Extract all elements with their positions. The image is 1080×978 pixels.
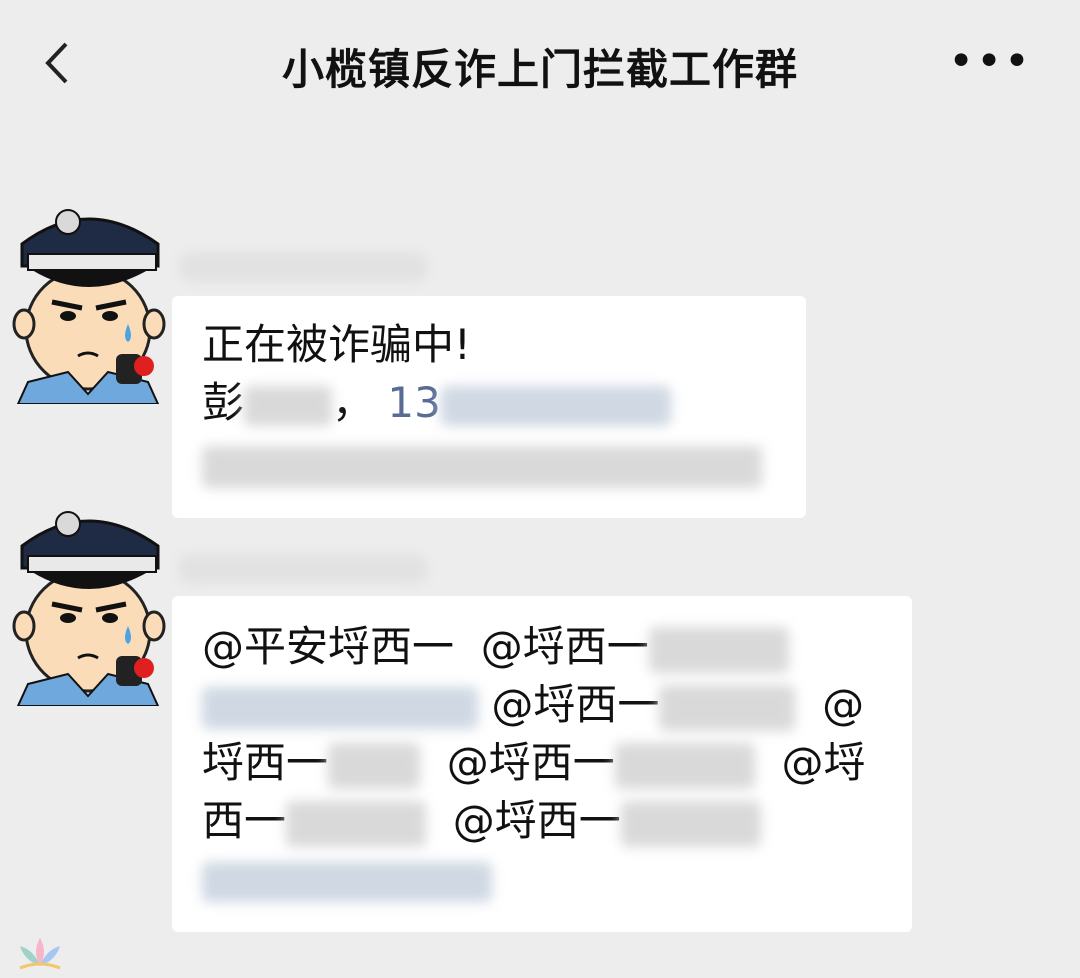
sender-name-blurred [178,554,428,584]
mention-text[interactable]: @平安埒西一 [202,622,454,671]
chat-title: 小榄镇反诈上门拦截工作群 [281,45,798,94]
mention-line: 埒西一 @埒西一 @埒 [202,734,882,792]
redacted-text [202,861,492,902]
redacted-phone [440,385,671,426]
mention-text[interactable]: @ [822,680,864,729]
mention-text[interactable]: @埒西一 [491,680,659,729]
mention-text[interactable]: @埒 [781,738,865,787]
mention-text[interactable]: @埒西一 [453,796,621,845]
surname-text: 彭 [202,378,245,427]
phone-number-link[interactable]: 13 [387,378,440,427]
message-text: 正在被诈骗中! [202,320,471,369]
mention-text[interactable]: 西一 [202,796,286,845]
message-bubble[interactable]: 正在被诈骗中! 彭 ， 13 [172,296,806,518]
mention-text[interactable]: @埒西一 [447,738,615,787]
redacted-name [648,626,789,673]
redacted-line [202,850,882,908]
chat-header: 小榄镇反诈上门拦截工作群 ••• [0,0,1080,130]
sender-name-blurred [178,252,428,282]
police-avatar[interactable] [8,204,170,404]
redacted-name [286,800,427,847]
message-text: 彭 ， 13 [202,374,776,432]
redacted-name [659,684,796,731]
message-bubble[interactable]: @平安埒西一 @埒西一 @埒西一 @ 埒西一 @埒西一 @埒 西一 @埒西一 [172,596,912,932]
redacted-name [328,742,421,789]
redacted-name [614,742,755,789]
more-dots-icon[interactable]: ••• [948,40,1032,84]
redacted-name [620,800,761,847]
police-avatar[interactable] [8,506,170,706]
mention-text[interactable]: @埒西一 [481,622,649,671]
comma-text: ， [332,378,375,427]
lotus-logo-icon [19,938,61,970]
mention-line: @埒西一 @ [202,676,882,734]
mention-line: @平安埒西一 @埒西一 [202,618,882,676]
redacted-text [202,686,478,729]
redacted-line [202,432,776,490]
redacted-name [244,385,333,426]
mention-line: 西一 @埒西一 [202,792,882,850]
redacted-text [202,445,762,488]
mention-text[interactable]: 埒西一 [202,738,328,787]
